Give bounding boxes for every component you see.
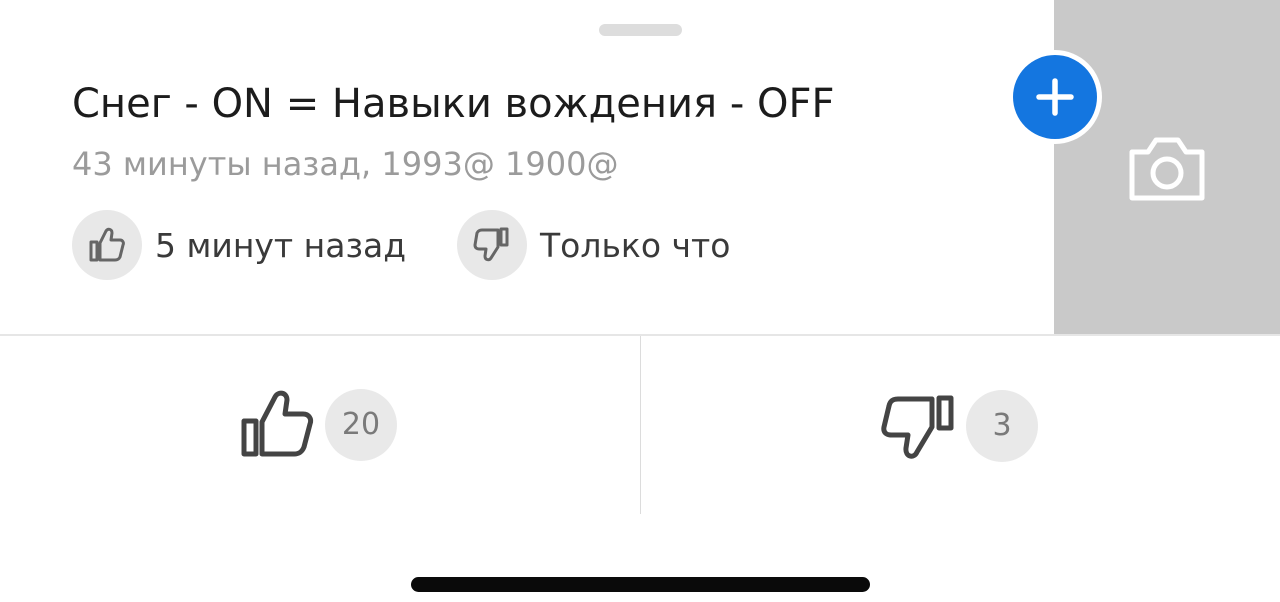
- add-button-circle[interactable]: [1013, 55, 1097, 139]
- like-button[interactable]: [240, 388, 316, 460]
- plus-icon: [1036, 78, 1074, 116]
- home-indicator[interactable]: [411, 577, 870, 592]
- thumbs-up-icon: [241, 390, 314, 457]
- vote-divider: [640, 336, 641, 514]
- like-reaction-chip[interactable]: [72, 210, 142, 280]
- dislike-button[interactable]: [880, 394, 956, 464]
- dislike-reaction-time: Только что: [540, 226, 731, 265]
- thumbs-down-icon: [881, 395, 954, 459]
- post-title: Снег - ON = Навыки вождения - OFF: [72, 81, 835, 127]
- like-reaction-time: 5 минут назад: [155, 226, 407, 265]
- drag-handle[interactable]: [599, 24, 682, 36]
- like-count-badge: 20: [325, 389, 397, 461]
- thumbs-up-icon: [89, 227, 125, 262]
- post-meta: 43 минуты назад, 1993@ 1900@: [72, 145, 619, 183]
- add-photo-button[interactable]: [1008, 50, 1102, 144]
- dislike-reaction-chip[interactable]: [457, 210, 527, 280]
- thumbs-down-icon: [473, 227, 509, 262]
- bottom-sheet: Снег - ON = Навыки вождения - OFF 43 мин…: [0, 0, 1280, 602]
- camera-icon: [1129, 137, 1205, 201]
- dislike-count-badge: 3: [966, 390, 1038, 462]
